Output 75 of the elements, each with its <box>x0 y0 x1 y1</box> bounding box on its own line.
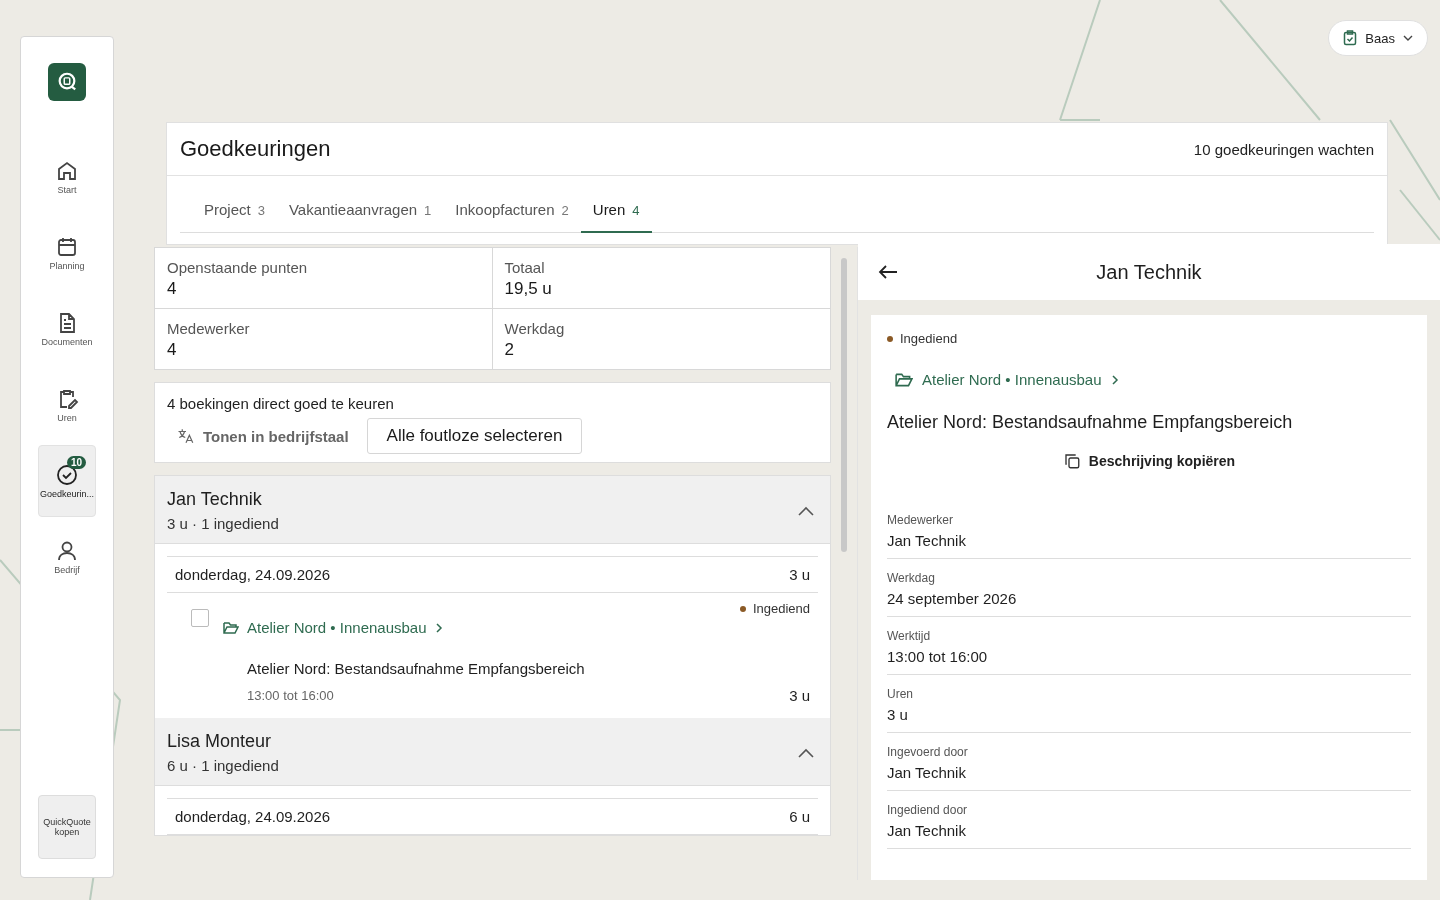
nav-item[interactable]: Uren <box>38 369 96 441</box>
employee-name: Jan Technik <box>167 489 263 510</box>
folder-icon <box>895 371 913 388</box>
field-value: 3 u <box>887 706 909 723</box>
status-label: Ingediend <box>900 331 958 346</box>
entry-description: Atelier Nord: Bestandsaufnahme Empfangsbereich <box>247 660 586 677</box>
group-header[interactable]: Jan Technik 3 u · 1 ingediend <box>155 476 830 544</box>
stat-label: Totaal <box>504 259 546 276</box>
copy-icon <box>1062 452 1081 470</box>
stat-value: 2 <box>504 340 515 360</box>
field-label: Ingevoerd door <box>887 745 969 759</box>
status-label: Ingediend <box>752 601 810 616</box>
group-header[interactable]: Lisa Monteur 6 u · 1 ingediend <box>155 718 830 786</box>
chevron-icon <box>798 747 814 758</box>
folder-icon <box>223 620 239 635</box>
tab[interactable]: Vakantieaanvragen 1 <box>276 188 444 233</box>
stat-label: Openstaande punten <box>167 259 309 276</box>
day-date: donderdag, 24.09.2026 <box>175 808 331 825</box>
detail-title: Jan Technik <box>1096 260 1202 284</box>
scrollbar-thumb[interactable] <box>841 258 847 552</box>
chevron-down-icon <box>1403 35 1413 41</box>
stat-label: Medewerker <box>167 320 251 337</box>
entry-checkbox[interactable] <box>191 609 209 627</box>
pending-summary: 10 goedkeuringen wachten <box>1193 140 1374 158</box>
employee-name: Lisa Monteur <box>167 731 273 752</box>
entry-hours: 3 u <box>789 687 810 704</box>
translate-icon <box>177 427 195 445</box>
person-icon <box>55 539 79 563</box>
project-link[interactable]: Atelier Nord • Innenausbau <box>895 371 1411 388</box>
nav-item[interactable]: Start <box>38 141 96 213</box>
project-link[interactable]: Atelier Nord • Innenausbau <box>223 619 443 636</box>
role-menu[interactable]: Baas <box>1328 20 1428 56</box>
bulk-text: 4 boekingen direct goed te keuren <box>167 395 395 412</box>
entry-description: Atelier Nord: Bestandsaufnahme Empfangsbereich <box>887 412 1294 433</box>
group-summary: 6 u · 1 ingediend <box>167 757 279 774</box>
field-label: Ingediend door <box>887 803 969 817</box>
chevron-right-icon <box>434 621 443 634</box>
chevron-right-icon <box>1110 373 1119 386</box>
entry-time: 13:00 tot 16:00 <box>247 688 334 703</box>
chevron-icon <box>798 505 814 516</box>
stat-value: 4 <box>167 279 178 299</box>
nav-item[interactable]: Documenten <box>38 293 96 365</box>
tab[interactable]: Inkoopfacturen 2 <box>443 188 581 233</box>
field-value: 13:00 tot 16:00 <box>887 648 989 665</box>
page-title: Goedkeuringen <box>180 136 331 162</box>
buy-button[interactable]: QuickQuote kopen <box>38 795 96 859</box>
day-total: 3 u <box>789 566 810 583</box>
home-icon <box>55 159 79 183</box>
field-value: Jan Technik <box>887 764 967 781</box>
count-badge: 10 <box>67 456 87 469</box>
stat-value: 19,5 u <box>504 279 553 299</box>
day-total: 6 u <box>789 808 810 825</box>
field-label: Medewerker <box>887 513 955 527</box>
field-label: Werkdag <box>887 571 936 585</box>
calendar-icon <box>55 235 79 259</box>
field-label: Werktijd <box>887 629 932 643</box>
copy-button[interactable]: Beschrijving kopiëren <box>1056 451 1242 471</box>
day-date: donderdag, 24.09.2026 <box>175 566 331 583</box>
field-value: 24 september 2026 <box>887 590 1018 607</box>
field-label: Uren <box>887 687 914 701</box>
nav-item[interactable]: Bedrijf <box>38 521 96 593</box>
field-value: Jan Technik <box>887 822 967 839</box>
field-value: Jan Technik <box>887 532 967 549</box>
back-icon[interactable] <box>878 264 898 280</box>
logo-icon[interactable] <box>48 63 86 101</box>
clipboard-check-icon <box>1343 30 1358 46</box>
nav-item[interactable]: 10 Goedkeurin... <box>38 445 96 517</box>
stat-value: 4 <box>167 340 178 360</box>
tab[interactable]: Project 3 <box>192 188 277 233</box>
group-summary: 3 u · 1 ingediend <box>167 515 279 532</box>
translate-button[interactable]: Tonen in bedrijfstaal <box>167 427 349 445</box>
select-all-button[interactable]: Alle foutloze selecteren <box>366 418 583 454</box>
tab[interactable]: Uren 4 <box>580 188 652 233</box>
stat-label: Werkdag <box>504 320 566 337</box>
nav-item[interactable]: Planning <box>38 217 96 289</box>
